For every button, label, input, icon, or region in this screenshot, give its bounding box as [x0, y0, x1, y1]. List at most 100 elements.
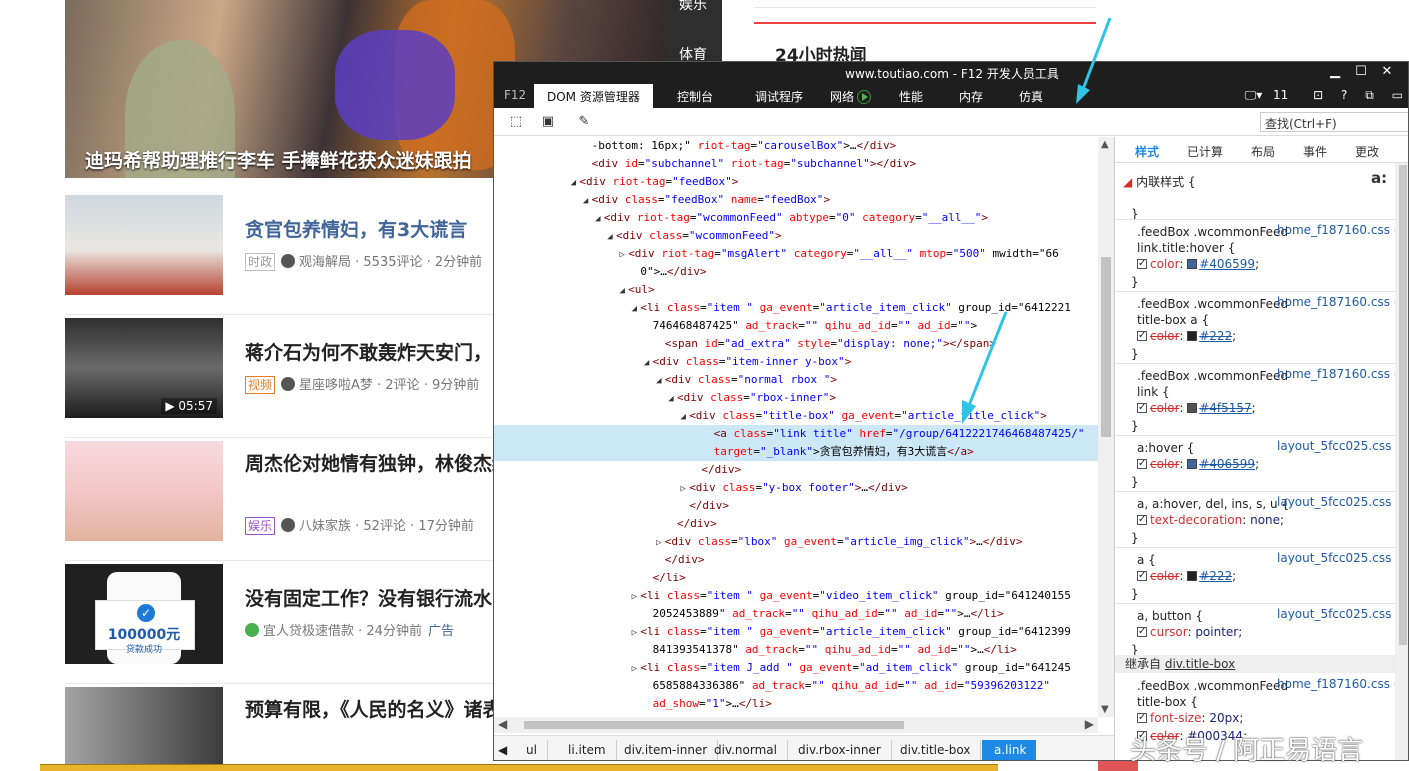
dom-node[interactable]: ▷ <li class="item " ga_event="video_item_…	[494, 587, 1098, 605]
collapsed-arrow-icon[interactable]: ▷	[628, 588, 640, 606]
dom-node[interactable]: ▷<li class="item " ga_event="article_ite…	[494, 623, 1098, 641]
scroll-down-icon[interactable]: ▼	[1101, 704, 1109, 715]
expanded-arrow-icon[interactable]: ◢	[641, 354, 653, 372]
property-checkbox[interactable]	[1137, 399, 1147, 417]
rule-source-link[interactable]: layout_5fcc025.css (1)	[1277, 495, 1408, 509]
dom-node[interactable]: ◢ <div class="title-box" ga_event="articl…	[494, 407, 1098, 425]
css-property[interactable]: color: #406599;	[1137, 455, 1408, 473]
new-rule-button[interactable]: a:	[1371, 169, 1387, 187]
dom-node[interactable]: ▷ <div class="lbox" ga_event="article_img…	[494, 533, 1098, 551]
select-element-icon[interactable]: ⬚	[508, 114, 524, 130]
dom-node[interactable]: -bottom: 16px;" riot-tag="carouselBox">……	[494, 137, 1098, 155]
dock-icon[interactable]: ⧉	[1365, 88, 1374, 103]
dom-node[interactable]: ▷ <div class="y-box footer">…</div>	[494, 479, 1098, 497]
dom-node[interactable]: </div>	[494, 497, 1098, 515]
tab-layout[interactable]: 布局	[1251, 143, 1275, 160]
dom-node[interactable]: ◢ <li class="item " ga_event="article_ite…	[494, 299, 1098, 317]
console-toggle-icon[interactable]: ⊡	[1313, 88, 1323, 102]
css-property[interactable]: color: #406599;	[1137, 255, 1408, 273]
css-property[interactable]: cursor: pointer;	[1137, 623, 1408, 641]
tab-events[interactable]: 事件	[1303, 143, 1327, 160]
dom-node[interactable]: 746468487425" ad_track="" qihu_ad_id="" …	[494, 317, 1098, 335]
dom-node[interactable]: 0">…</div>	[494, 263, 1098, 281]
property-checkbox[interactable]	[1137, 327, 1147, 345]
rule-source-link[interactable]: layout_5fcc025.css (1)	[1277, 607, 1408, 621]
dom-node[interactable]: ◢ <div class="feedBox" name="feedBox">	[494, 191, 1098, 209]
styles-scrollbar[interactable]	[1395, 163, 1408, 760]
close-icon[interactable]: ✕	[1374, 64, 1400, 79]
tab-dom-explorer[interactable]: DOM 资源管理器	[534, 84, 653, 108]
scroll-thumb[interactable]	[1101, 257, 1111, 437]
expanded-arrow-icon[interactable]: ◢	[628, 300, 640, 318]
property-checkbox[interactable]	[1137, 255, 1147, 273]
tab-changes[interactable]: 更改	[1355, 143, 1379, 160]
property-checkbox[interactable]	[1137, 623, 1147, 641]
rule-source-link[interactable]: home_f187160.css (1)	[1277, 223, 1408, 237]
dom-node[interactable]: 6585884336386" ad_track="" qihu_ad_id=""…	[494, 677, 1098, 695]
dom-node[interactable]: ◢ <div riot-tag="wcommonFeed" abtype="0" …	[494, 209, 1098, 227]
tab-console[interactable]: 控制台	[677, 88, 713, 105]
breadcrumb-back-icon[interactable]: ◀	[494, 740, 511, 760]
rule-source-link[interactable]: layout_5fcc025.css (1)	[1277, 439, 1408, 453]
help-icon[interactable]: ?	[1341, 88, 1347, 102]
color-swatch[interactable]	[1187, 331, 1198, 341]
dom-vertical-scrollbar[interactable]: ▲ ▼	[1098, 137, 1114, 717]
tab-styles[interactable]: 样式	[1135, 143, 1159, 160]
dom-node[interactable]: ◢ <ul>	[494, 281, 1098, 299]
feed-thumbnail[interactable]	[65, 441, 223, 541]
tab-network[interactable]: 网络	[830, 88, 872, 105]
scroll-right-icon[interactable]: ▶	[1085, 717, 1094, 731]
dom-node[interactable]: </div>	[494, 515, 1098, 533]
property-checkbox[interactable]	[1137, 511, 1147, 529]
maximize-icon[interactable]: ☐	[1348, 64, 1374, 79]
color-swatch[interactable]	[1187, 259, 1198, 269]
breadcrumb-item[interactable]: div.rbox-inner	[786, 740, 892, 760]
dom-node[interactable]: <div id="subchannel" riot-tag="subchanne…	[494, 155, 1098, 173]
tab-computed[interactable]: 已计算	[1187, 143, 1223, 160]
collapsed-arrow-icon[interactable]: ▷	[628, 624, 640, 642]
target-picker[interactable]: 🖵▾ 11	[1245, 88, 1296, 103]
color-picker-icon[interactable]: ✎	[576, 114, 592, 130]
dom-node[interactable]: ad_show="1">…</li>	[494, 695, 1098, 713]
property-checkbox[interactable]	[1137, 567, 1147, 585]
feed-thumbnail[interactable]	[65, 195, 223, 295]
dom-node[interactable]: ◢ <div class="rbox-inner">	[494, 389, 1098, 407]
dom-tree[interactable]: -bottom: 16px;" riot-tag="carouselBox">……	[494, 137, 1098, 717]
dom-node[interactable]: ◢ <div riot-tag="feedBox">	[494, 173, 1098, 191]
feed-tag[interactable]: 时政	[245, 253, 276, 271]
channel-item[interactable]: 娱乐	[679, 0, 707, 14]
devtools-titlebar[interactable]: www.toutiao.com - F12 开发人员工具 ▁ ☐ ✕	[494, 62, 1408, 84]
record-play-icon[interactable]	[857, 90, 872, 104]
hero-caption[interactable]: 迪玛希帮助理推行李车 手捧鲜花获众迷妹跟拍	[85, 146, 472, 173]
dom-horizontal-scrollbar[interactable]: ◀ ▶	[494, 717, 1098, 733]
collapsed-arrow-icon[interactable]: ▷	[628, 660, 640, 678]
dock-bottom-icon[interactable]: ▭	[1392, 88, 1403, 102]
tab-performance[interactable]: 性能	[899, 88, 923, 105]
scroll-left-icon[interactable]: ◀	[498, 717, 507, 731]
dom-node[interactable]: </div>	[494, 461, 1098, 479]
color-swatch[interactable]	[1187, 571, 1198, 581]
collapsed-arrow-icon[interactable]: ▷	[616, 246, 628, 264]
tab-debugger[interactable]: 调试程序	[755, 88, 803, 105]
rule-source-link[interactable]: layout_5fcc025.css (1)	[1277, 551, 1408, 565]
expanded-arrow-icon[interactable]: ◢	[653, 372, 665, 390]
scroll-thumb[interactable]	[524, 721, 904, 729]
css-property[interactable]: text-decoration: none;	[1137, 511, 1408, 529]
dom-node-selected[interactable]: <a class="link title" href="/group/64122…	[494, 425, 1098, 443]
dom-node[interactable]: ◢ <div class="normal rbox ">	[494, 371, 1098, 389]
feed-thumbnail[interactable]	[65, 687, 223, 771]
breadcrumb-item[interactable]: ul	[514, 740, 548, 760]
scroll-thumb[interactable]	[1399, 165, 1407, 645]
breadcrumb-item[interactable]: a.link	[982, 740, 1037, 760]
minimize-icon[interactable]: ▁	[1322, 64, 1348, 79]
expanded-arrow-icon[interactable]: ◢	[580, 192, 592, 210]
feed-thumbnail[interactable]: ✓ 100000元 贷款成功	[65, 564, 223, 664]
dom-node[interactable]: ▷ <li class="item J_add " ga_event="ad_it…	[494, 659, 1098, 677]
tab-emulation[interactable]: 仿真	[1019, 88, 1043, 105]
color-swatch[interactable]	[1187, 403, 1198, 413]
rule-source-link[interactable]: home_f187160.css (1)	[1277, 367, 1408, 381]
expanded-arrow-icon[interactable]: ◢	[665, 390, 677, 408]
feed-thumbnail[interactable]: ▶ 05:57	[65, 318, 223, 418]
rule-source-link[interactable]: home_f187160.css (1)	[1277, 295, 1408, 309]
expanded-arrow-icon[interactable]: ◢	[567, 174, 579, 192]
